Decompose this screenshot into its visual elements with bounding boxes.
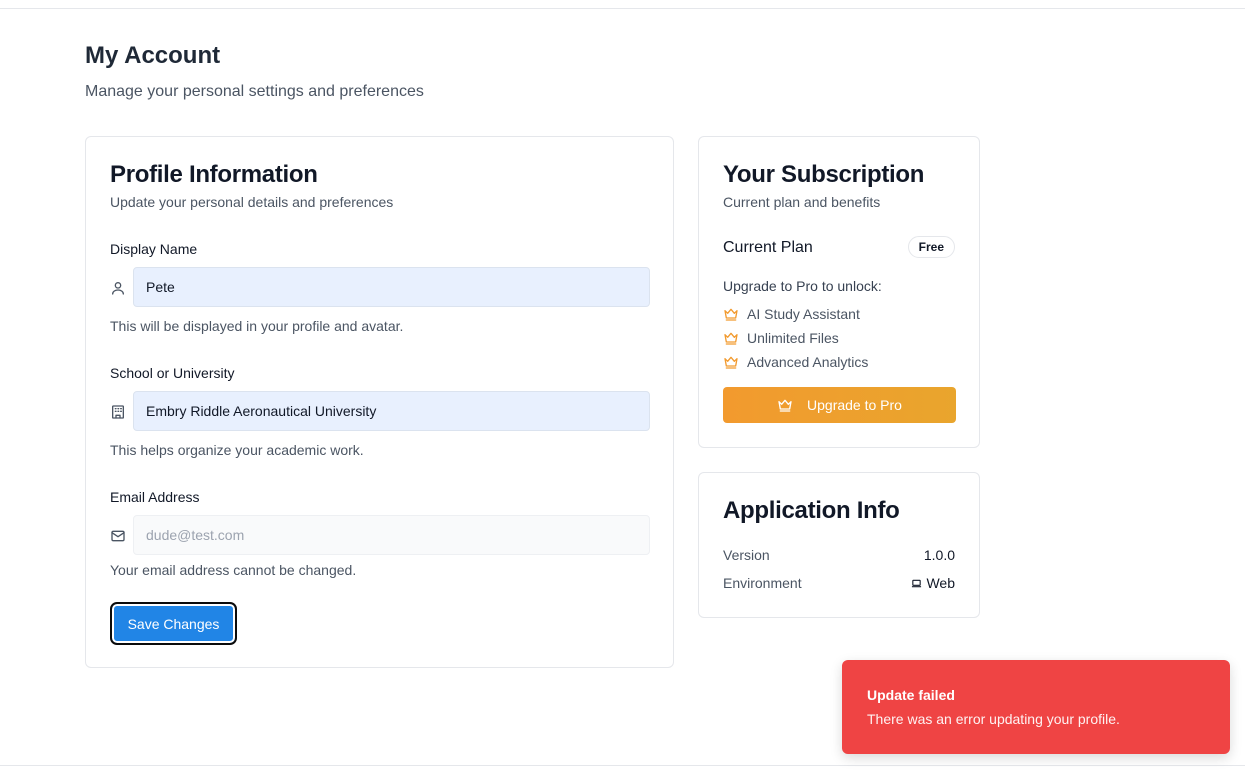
building-icon xyxy=(110,404,126,420)
plan-badge: Free xyxy=(907,236,955,258)
current-plan-label: Current Plan xyxy=(723,239,813,256)
benefit-item: Advanced Analytics xyxy=(723,350,868,374)
benefit-item: AI Study Assistant xyxy=(723,302,868,326)
school-help: This helps organize your academic work. xyxy=(110,442,364,458)
subscription-card-subtitle: Current plan and benefits xyxy=(723,194,881,210)
save-changes-button[interactable]: Save Changes xyxy=(110,602,237,645)
benefit-item: Unlimited Files xyxy=(723,326,868,350)
toast-title: Update failed xyxy=(867,687,955,703)
page-subtitle: Manage your personal settings and prefer… xyxy=(85,83,424,100)
header-divider xyxy=(0,8,1245,9)
display-name-input[interactable] xyxy=(133,267,650,307)
environment-label: Environment xyxy=(723,575,802,591)
crown-icon xyxy=(778,399,792,412)
application-info-card: Application Info Version 1.0.0 Environme… xyxy=(698,472,980,618)
school-label: School or University xyxy=(110,365,235,381)
version-label: Version xyxy=(723,547,770,563)
unlock-label: Upgrade to Pro to unlock: xyxy=(723,278,882,294)
display-name-help: This will be displayed in your profile a… xyxy=(110,318,404,334)
benefits-list: AI Study Assistant Unlimited Files Advan… xyxy=(723,302,868,374)
environment-row: Environment Web xyxy=(723,575,955,591)
crown-icon xyxy=(724,356,738,369)
email-label: Email Address xyxy=(110,489,200,505)
upgrade-to-pro-button[interactable]: Upgrade to Pro xyxy=(723,387,956,423)
toast-description: There was an error updating your profile… xyxy=(867,711,1120,727)
environment-value: Web xyxy=(911,575,955,591)
version-value: 1.0.0 xyxy=(923,547,955,563)
profile-card-subtitle: Update your personal details and prefere… xyxy=(110,194,394,210)
display-name-label: Display Name xyxy=(110,241,198,257)
application-info-title: Application Info xyxy=(723,497,900,524)
crown-icon xyxy=(724,308,738,321)
school-input[interactable] xyxy=(133,391,650,431)
page-title: My Account xyxy=(85,42,221,69)
email-help: Your email address cannot be changed. xyxy=(110,562,357,578)
benefit-label: Unlimited Files xyxy=(747,330,839,346)
user-icon xyxy=(110,280,126,296)
mail-icon xyxy=(110,528,126,544)
upgrade-button-label: Upgrade to Pro xyxy=(807,397,902,413)
laptop-icon xyxy=(912,579,922,587)
environment-value-text: Web xyxy=(926,575,955,591)
crown-icon xyxy=(724,332,738,345)
profile-card: Profile Information Update your personal… xyxy=(85,136,674,668)
subscription-card: Your Subscription Current plan and benef… xyxy=(698,136,980,448)
subscription-card-title: Your Subscription xyxy=(723,161,925,188)
benefit-label: AI Study Assistant xyxy=(747,306,860,322)
email-input[interactable] xyxy=(133,515,650,555)
version-row: Version 1.0.0 xyxy=(723,547,955,563)
profile-card-title: Profile Information xyxy=(110,161,318,188)
error-toast[interactable]: Update failed There was an error updatin… xyxy=(842,660,1230,754)
benefit-label: Advanced Analytics xyxy=(747,354,869,370)
footer-divider xyxy=(0,765,1245,766)
